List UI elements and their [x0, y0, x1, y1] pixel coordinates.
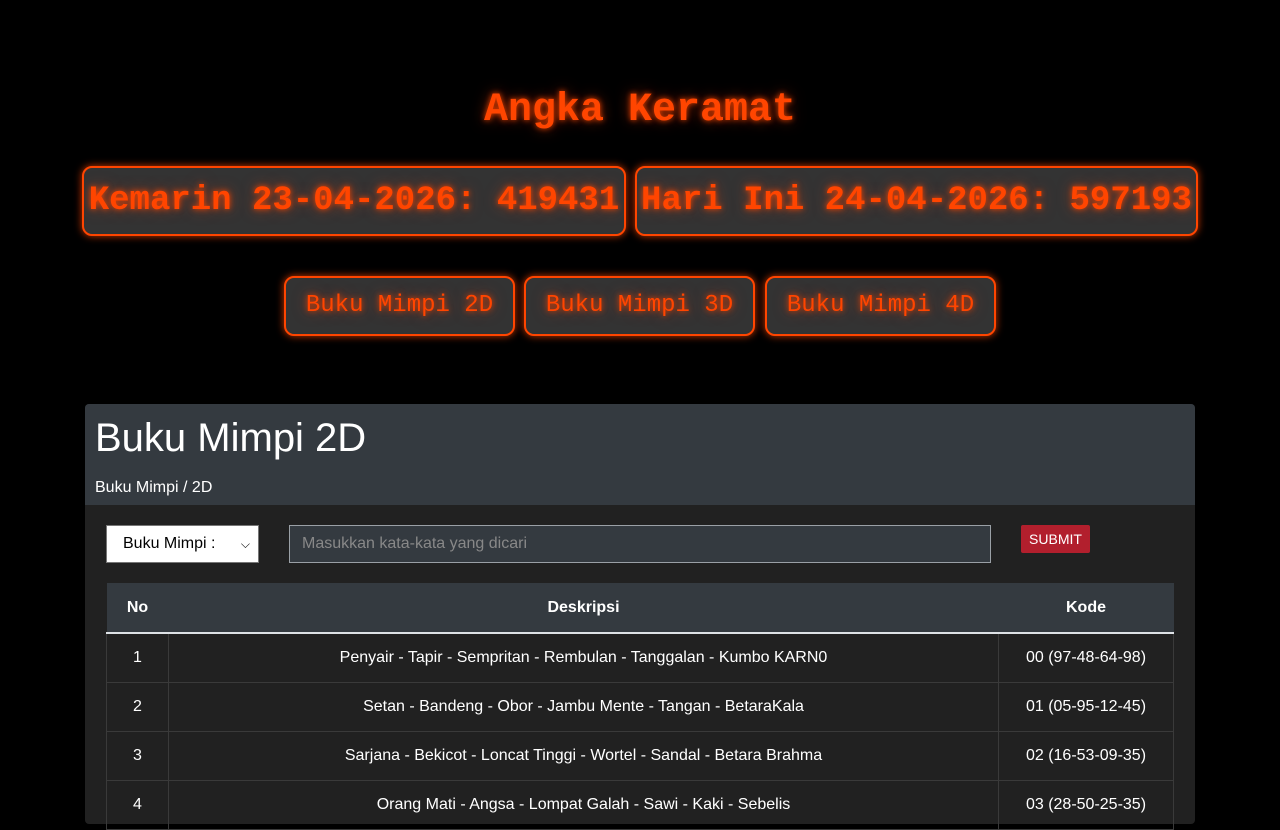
search-toolbar: Buku Mimpi : ⌵ Masukkan kata-kata yang d… — [85, 505, 1195, 583]
header-desc: Deskripsi — [168, 583, 999, 634]
buku-mimpi-2d-button[interactable]: Buku Mimpi 2D — [284, 276, 515, 336]
cell-desc: Penyair - Tapir - Sempritan - Rembulan -… — [168, 632, 999, 683]
cell-kode: 02 (16-53-09-35) — [998, 730, 1174, 781]
cell-no: 3 — [106, 730, 169, 781]
buku-mimpi-3d-button[interactable]: Buku Mimpi 3D — [524, 276, 755, 336]
cell-desc: Setan - Bandeng - Obor - Jambu Mente - T… — [168, 681, 999, 732]
panel-header: Buku Mimpi 2D Buku Mimpi / 2D — [85, 404, 1195, 505]
yesterday-number-box: Kemarin 23-04-2026: 419431 — [82, 166, 626, 236]
table-header-row: No Deskripsi Kode — [106, 583, 1174, 634]
cell-no: 1 — [106, 632, 169, 683]
dream-table: No Deskripsi Kode 1 Penyair - Tapir - Se… — [106, 583, 1174, 830]
cell-kode: 01 (05-95-12-45) — [998, 681, 1174, 732]
submit-button[interactable]: SUBMIT — [1021, 525, 1090, 553]
category-select[interactable]: Buku Mimpi : ⌵ — [106, 525, 259, 563]
cell-no: 2 — [106, 681, 169, 732]
breadcrumb: Buku Mimpi / 2D — [95, 479, 213, 496]
page-title: Buku Mimpi 2D — [95, 416, 367, 460]
table-row: 4 Orang Mati - Angsa - Lompat Galah - Sa… — [106, 779, 1174, 830]
search-input[interactable]: Masukkan kata-kata yang dicari — [289, 525, 991, 563]
cell-desc: Orang Mati - Angsa - Lompat Galah - Sawi… — [168, 779, 999, 830]
chevron-down-icon: ⌵ — [240, 537, 250, 551]
cell-kode: 03 (28-50-25-35) — [998, 779, 1174, 830]
category-select-value: Buku Mimpi : — [123, 535, 216, 552]
buku-mimpi-4d-button[interactable]: Buku Mimpi 4D — [765, 276, 996, 336]
header-no: No — [106, 583, 169, 634]
table-row: 3 Sarjana - Bekicot - Loncat Tinggi - Wo… — [106, 730, 1174, 781]
cell-kode: 00 (97-48-64-98) — [998, 632, 1174, 683]
cell-no: 4 — [106, 779, 169, 830]
cell-desc: Sarjana - Bekicot - Loncat Tinggi - Wort… — [168, 730, 999, 781]
header-kode: Kode — [998, 583, 1174, 634]
table-row: 1 Penyair - Tapir - Sempritan - Rembulan… — [106, 632, 1174, 683]
today-number-box: Hari Ini 24-04-2026: 597193 — [635, 166, 1198, 236]
site-title: Angka Keramat — [483, 88, 797, 133]
table-row: 2 Setan - Bandeng - Obor - Jambu Mente -… — [106, 681, 1174, 732]
